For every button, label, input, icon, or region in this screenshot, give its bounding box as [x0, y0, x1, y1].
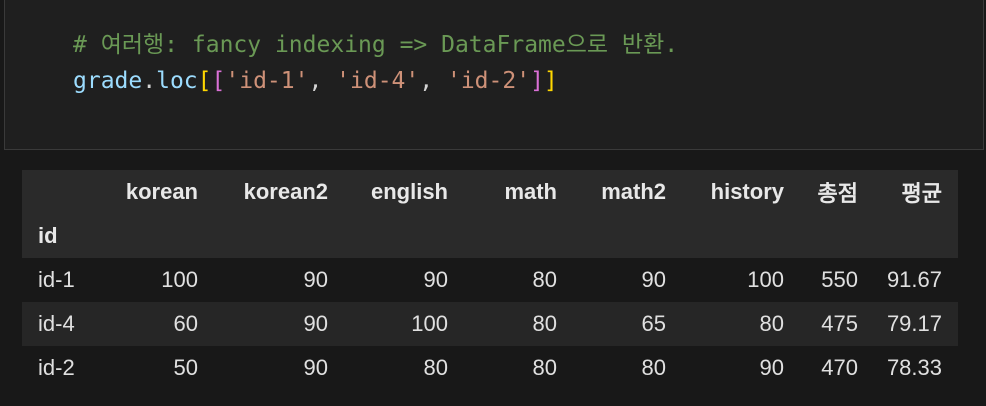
table-cell: 90	[303, 355, 328, 380]
table-row: id-2 50 90 80 80 80 90 470 78.33	[22, 346, 958, 390]
code-bracket-outer-close: ]	[543, 68, 558, 94]
empty-header-cell	[874, 214, 958, 258]
empty-header-cell	[214, 214, 344, 258]
code-sep-1: ,	[308, 68, 337, 94]
column-header: korean	[125, 179, 198, 204]
table-cell: 90	[641, 267, 666, 292]
table-cell: 80	[641, 355, 666, 380]
row-index: id-4	[38, 311, 75, 336]
empty-header-cell	[344, 214, 464, 258]
table-cell: 91.67	[886, 267, 942, 292]
table-cell: 90	[759, 355, 784, 380]
table-cell: 79.17	[886, 311, 942, 336]
row-index: id-2	[38, 355, 75, 380]
code-cell[interactable]: # 여러행: fancy indexing => DataFrame으로 반환.…	[4, 0, 984, 150]
code-object: grade	[73, 68, 143, 94]
code-arg-2: 'id-4'	[336, 68, 420, 94]
empty-header-cell	[573, 214, 682, 258]
index-name-row: id	[22, 214, 958, 258]
column-header: 총점	[817, 181, 858, 206]
table-cell: 65	[641, 311, 666, 336]
table-cell: 80	[423, 355, 448, 380]
empty-header-cell	[682, 214, 800, 258]
table-cell: 100	[411, 311, 448, 336]
table-row: id-4 60 90 100 80 65 80 475 79.17	[22, 302, 958, 346]
table-cell: 90	[423, 267, 448, 292]
code-bracket-outer-open: [	[197, 68, 212, 94]
code-bracket-inner-close: ]	[530, 68, 544, 94]
code-dot: .	[142, 68, 157, 94]
code-statement-line: grade.loc[['id-1', 'id-4', 'id-2']]	[73, 66, 558, 96]
index-corner	[22, 170, 102, 214]
table-row: id-1 100 90 90 80 90 100 550 91.67	[22, 258, 958, 302]
code-method: loc	[156, 68, 198, 94]
empty-header-cell	[464, 214, 573, 258]
column-header: math2	[601, 179, 666, 204]
column-header-row: korean korean2 english math math2 histor…	[22, 170, 958, 214]
table-cell: 100	[747, 267, 784, 292]
cell-output: korean korean2 english math math2 histor…	[22, 170, 958, 390]
table-cell: 90	[303, 311, 328, 336]
table-cell: 100	[161, 267, 198, 292]
table-cell: 80	[532, 311, 557, 336]
table-cell: 60	[173, 311, 198, 336]
index-name: id	[38, 223, 58, 248]
table-cell: 80	[759, 311, 784, 336]
code-comment-line: # 여러행: fancy indexing => DataFrame으로 반환.	[73, 30, 678, 60]
code-arg-1: 'id-1'	[225, 68, 309, 94]
code-comment: # 여러행: fancy indexing => DataFrame으로 반환.	[73, 32, 679, 58]
table-cell: 80	[532, 355, 557, 380]
column-header: 평균	[901, 181, 942, 206]
table-cell: 550	[821, 267, 858, 292]
table-cell: 90	[303, 267, 328, 292]
column-header: history	[710, 179, 784, 204]
column-header: english	[370, 179, 448, 204]
column-header: korean2	[243, 179, 328, 204]
empty-header-cell	[102, 214, 214, 258]
empty-header-cell	[800, 214, 874, 258]
table-cell: 470	[821, 355, 858, 380]
table-cell: 78.33	[886, 355, 942, 380]
table-cell: 80	[532, 267, 557, 292]
table-cell: 475	[821, 311, 858, 336]
code-sep-2: ,	[419, 68, 447, 94]
code-bracket-inner-open: [	[211, 68, 226, 94]
column-header: math	[504, 179, 557, 204]
table-cell: 50	[173, 355, 198, 380]
dataframe-table: korean korean2 english math math2 histor…	[22, 170, 958, 390]
row-index: id-1	[38, 267, 75, 292]
code-arg-3: 'id-2'	[446, 68, 531, 94]
